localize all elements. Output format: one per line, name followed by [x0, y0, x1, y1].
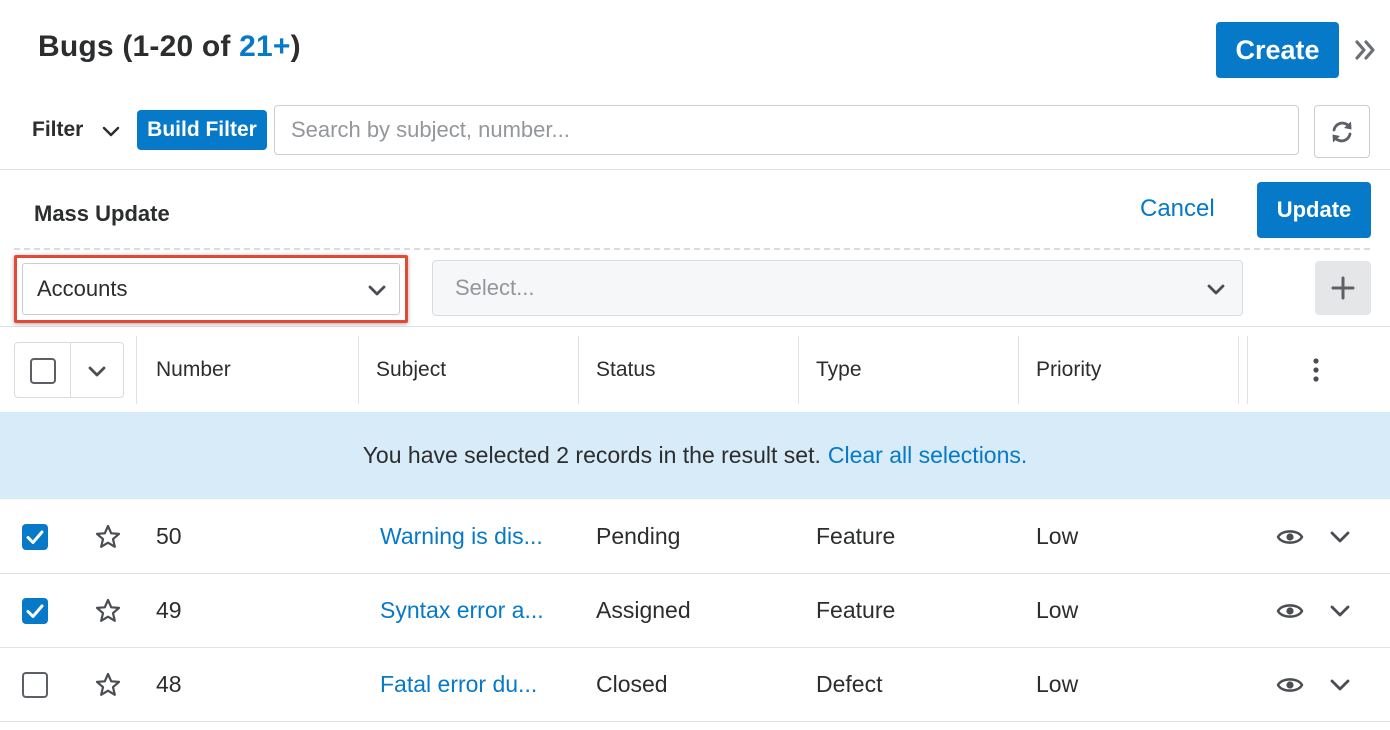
cell-number: 48 [156, 671, 182, 697]
column-header-number[interactable]: Number [156, 358, 231, 382]
chevron-down-icon[interactable] [1327, 524, 1353, 550]
column-separator [358, 336, 359, 404]
star-icon[interactable] [94, 523, 122, 551]
value-select[interactable]: Select... [432, 260, 1243, 316]
checkmark-icon [26, 530, 44, 544]
row-checkbox[interactable] [22, 672, 48, 698]
divider [14, 248, 1370, 250]
plus-icon [1331, 276, 1355, 300]
column-separator [578, 336, 579, 404]
cell-priority: Low [1036, 671, 1079, 697]
filter-label[interactable]: Filter [32, 118, 83, 142]
column-header-type[interactable]: Type [816, 358, 862, 382]
chevron-down-icon [1207, 284, 1225, 295]
build-filter-button[interactable]: Build Filter [137, 110, 267, 150]
column-header-status[interactable]: Status [596, 358, 656, 382]
update-button[interactable]: Update [1257, 182, 1371, 238]
filter-bar: Filter Build Filter [0, 100, 1390, 170]
refresh-icon [1332, 121, 1352, 142]
row-checkbox-checked[interactable] [22, 524, 48, 550]
mass-update-panel: Mass Update Cancel Update Accounts Selec… [0, 171, 1390, 327]
refresh-button[interactable] [1314, 105, 1370, 158]
star-icon[interactable] [94, 597, 122, 625]
cell-type: Defect [816, 671, 883, 697]
column-separator [1018, 336, 1019, 404]
chevron-down-icon[interactable] [1327, 598, 1353, 624]
cell-status: Pending [596, 523, 681, 549]
selection-banner-text: You have selected 2 records in the resul… [362, 442, 821, 468]
cell-number: 49 [156, 597, 182, 623]
add-field-button[interactable] [1315, 261, 1371, 315]
table-row[interactable]: 48 Fatal error du... Closed Defect Low [0, 648, 1390, 722]
eye-icon[interactable] [1276, 672, 1304, 698]
double-chevron-right-icon[interactable] [1352, 36, 1380, 64]
select-all-group [14, 342, 124, 398]
eye-icon[interactable] [1276, 524, 1304, 550]
column-separator [1238, 336, 1239, 404]
column-separator [136, 336, 137, 404]
cancel-link[interactable]: Cancel [1140, 195, 1215, 223]
create-button[interactable]: Create [1216, 22, 1339, 78]
record-count-link[interactable]: 21+ [239, 30, 291, 63]
column-separator [798, 336, 799, 404]
field-select-value: Accounts [37, 276, 128, 301]
table-row[interactable]: 50 Warning is dis... Pending Feature Low [0, 500, 1390, 574]
value-select-placeholder: Select... [455, 275, 535, 300]
chevron-down-icon[interactable] [100, 120, 122, 142]
select-all-checkbox[interactable] [30, 358, 56, 384]
page-title: Bugs (1-20 of 21+) [38, 30, 301, 63]
chevron-down-icon[interactable] [85, 359, 109, 383]
cell-status: Closed [596, 671, 668, 697]
selection-banner: You have selected 2 records in the resul… [0, 412, 1390, 499]
list-header: Bugs (1-20 of 21+) Create [0, 0, 1390, 100]
mass-update-title: Mass Update [34, 201, 170, 226]
cell-type: Feature [816, 597, 896, 623]
column-separator [1247, 336, 1248, 404]
checkmark-icon [26, 604, 44, 618]
chevron-down-icon[interactable] [1327, 672, 1353, 698]
cell-priority: Low [1036, 597, 1079, 623]
eye-icon[interactable] [1276, 598, 1304, 624]
table-row[interactable]: 49 Syntax error a... Assigned Feature Lo… [0, 574, 1390, 648]
column-header-priority[interactable]: Priority [1036, 358, 1101, 382]
table-header: Number Subject Status Type Priority [0, 328, 1390, 412]
cell-type: Feature [816, 523, 896, 549]
divider [70, 343, 71, 397]
cell-subject-link[interactable]: Warning is dis... [380, 523, 543, 550]
chevron-down-icon [368, 285, 386, 296]
star-icon[interactable] [94, 671, 122, 699]
search-input[interactable] [274, 105, 1299, 155]
row-checkbox-checked[interactable] [22, 598, 48, 624]
more-vertical-icon[interactable] [1304, 356, 1328, 384]
cell-number: 50 [156, 523, 182, 549]
column-header-subject[interactable]: Subject [376, 358, 446, 382]
cell-subject-link[interactable]: Syntax error a... [380, 597, 544, 624]
cell-priority: Low [1036, 523, 1079, 549]
cell-status: Assigned [596, 597, 691, 623]
field-select[interactable]: Accounts [22, 263, 400, 315]
cell-subject-link[interactable]: Fatal error du... [380, 671, 537, 698]
clear-selections-link[interactable]: Clear all selections. [828, 442, 1027, 469]
